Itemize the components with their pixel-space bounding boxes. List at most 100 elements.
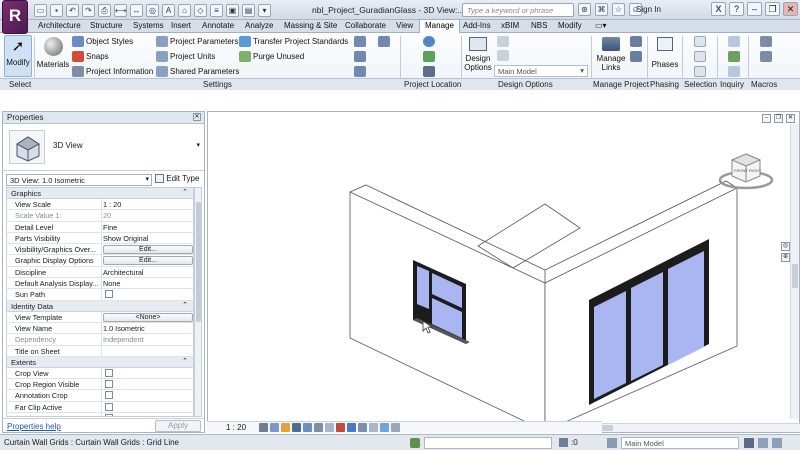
panel-select-label[interactable]: Select <box>9 80 31 89</box>
manage-links-button[interactable]: Manage Links <box>594 35 628 77</box>
switch-windows-icon[interactable]: ▤ <box>242 3 255 17</box>
object-styles-button[interactable]: Object Styles <box>86 37 133 46</box>
close-icon[interactable]: ✕ <box>783 2 798 16</box>
property-group[interactable]: Identity Data ⌃ <box>7 300 193 312</box>
restore-icon[interactable]: ❐ <box>765 2 780 16</box>
view-scale[interactable]: 1 : 20 <box>226 423 246 432</box>
project-units-button[interactable]: Project Units <box>170 52 215 61</box>
snaps-button[interactable]: Snaps <box>86 52 109 61</box>
property-edit-button[interactable]: Edit... <box>103 256 193 266</box>
property-value[interactable]: None <box>103 279 193 288</box>
binoculars-icon[interactable]: ⊛ <box>578 3 591 16</box>
save-icon[interactable]: ▪ <box>50 3 63 17</box>
zoom-icon[interactable]: ⊕ <box>781 253 790 262</box>
crop-view-icon[interactable] <box>314 423 323 432</box>
property-value[interactable]: Show Original <box>103 234 193 243</box>
visual-style-icon[interactable] <box>270 423 279 432</box>
panel-schedule-icon[interactable] <box>354 51 366 62</box>
location-globe-icon[interactable] <box>423 36 435 47</box>
position-icon[interactable] <box>423 66 435 77</box>
close-hidden-icon[interactable]: ▣ <box>226 3 239 17</box>
panel-selection-label[interactable]: Selection <box>684 80 717 89</box>
temporary-hide-icon[interactable] <box>347 423 356 432</box>
project-information-button[interactable]: Project Information <box>86 67 153 76</box>
select-links-icon[interactable] <box>758 438 768 448</box>
materials-button[interactable]: Materials <box>36 35 70 77</box>
viewport-vertical-scrollbar[interactable] <box>790 124 799 419</box>
steering-wheel-icon[interactable]: ◎ <box>781 242 790 251</box>
tab-structure[interactable]: Structure <box>85 20 127 33</box>
type-selector[interactable]: 3D View ▾ <box>3 124 204 171</box>
property-checkbox[interactable] <box>105 368 113 377</box>
render-icon[interactable] <box>303 423 312 432</box>
property-value[interactable]: Architectural <box>103 268 193 277</box>
tab-modify[interactable]: Modify <box>553 20 587 33</box>
load-selection-icon[interactable] <box>694 51 706 62</box>
tab-analyze[interactable]: Analyze <box>240 20 278 33</box>
open-icon[interactable]: ▭ <box>34 3 47 17</box>
property-checkbox[interactable] <box>105 391 113 400</box>
save-selection-icon[interactable] <box>694 36 706 47</box>
text-icon[interactable]: A <box>162 3 175 17</box>
add-to-set-icon[interactable] <box>497 36 509 47</box>
property-group[interactable]: Graphics ⌃ <box>7 188 193 199</box>
select-by-id-icon[interactable] <box>728 36 740 47</box>
property-group[interactable]: Extents ⌃ <box>7 356 193 368</box>
ribbon-minimize-icon[interactable]: ▭▾ <box>590 20 612 33</box>
tab-massing-site[interactable]: Massing & Site <box>279 20 342 33</box>
property-value[interactable]: 1 : 20 <box>103 200 193 209</box>
collapse-chevron-icon[interactable]: ⌃ <box>182 188 188 196</box>
panel-macros-label[interactable]: Macros <box>751 80 777 89</box>
macro-manager-icon[interactable] <box>760 36 772 47</box>
dimension-icon[interactable]: ↔ <box>130 3 143 17</box>
property-checkbox[interactable] <box>105 414 113 416</box>
tab-annotate[interactable]: Annotate <box>197 20 239 33</box>
design-option-icon[interactable] <box>607 438 617 448</box>
constraints-icon[interactable] <box>391 423 400 432</box>
mep-settings-icon[interactable] <box>378 36 390 47</box>
analytical-model-icon[interactable] <box>369 423 378 432</box>
undo-icon[interactable]: ↶ <box>66 3 79 17</box>
additional-settings-icon[interactable] <box>354 66 366 77</box>
modify-button[interactable]: ➚ Modify <box>4 35 32 77</box>
close-icon[interactable]: ✕ <box>193 113 201 121</box>
tab-add-ins[interactable]: Add-Ins <box>458 20 496 33</box>
tab-nbs[interactable]: NBS <box>526 20 552 33</box>
tag-icon[interactable]: ◎ <box>146 3 159 17</box>
property-checkbox[interactable] <box>105 290 113 299</box>
panel-phasing-label[interactable]: Phasing <box>650 80 679 89</box>
panel-design-options-label[interactable]: Design Options <box>498 80 553 89</box>
property-edit-button[interactable]: <None> <box>103 312 193 322</box>
minimize-icon[interactable]: – <box>747 2 762 16</box>
measure-icon[interactable]: ⟷ <box>114 3 127 17</box>
subscription-icon[interactable]: ⌘ <box>595 3 608 16</box>
edit-selection-icon[interactable] <box>694 66 706 77</box>
tab-xbim[interactable]: xBIM <box>496 20 524 33</box>
pick-to-edit-icon[interactable] <box>497 50 509 61</box>
application-menu-button[interactable]: R <box>2 0 28 34</box>
project-parameters-button[interactable]: Project Parameters <box>170 37 238 46</box>
property-value[interactable]: Fine <box>103 223 193 232</box>
panel-inquiry-label[interactable]: Inquiry <box>720 80 744 89</box>
property-checkbox[interactable] <box>105 402 113 411</box>
communication-icon[interactable]: ☆ <box>612 3 625 16</box>
print-icon[interactable]: ⎙ <box>98 3 111 17</box>
collapse-chevron-icon[interactable]: ⌃ <box>182 301 188 309</box>
design-option-select[interactable]: Main Model ▾ <box>494 65 588 77</box>
show-crop-icon[interactable] <box>325 423 334 432</box>
phases-button[interactable]: Phases <box>651 35 679 77</box>
search-input[interactable]: Type a keyword or phrase <box>462 3 574 17</box>
instance-selector[interactable]: 3D View: 1.0 Isometric ▾ <box>6 174 152 186</box>
3d-view-icon[interactable]: ⌂ <box>178 3 191 17</box>
tab-architecture[interactable]: Architecture <box>33 20 86 33</box>
thin-lines-icon[interactable]: ≡ <box>210 3 223 17</box>
section-icon[interactable]: ◇ <box>194 3 207 17</box>
properties-help-link[interactable]: Properties help <box>7 422 61 431</box>
customize-qat-icon[interactable]: ▾ <box>258 3 271 17</box>
filter-icon[interactable] <box>744 438 754 448</box>
property-edit-button[interactable]: Edit... <box>103 245 193 255</box>
edit-type-button[interactable]: Edit Type <box>155 174 199 184</box>
lock-view-icon[interactable] <box>336 423 345 432</box>
reveal-hidden-icon[interactable] <box>358 423 367 432</box>
detail-level-icon[interactable] <box>259 423 268 432</box>
